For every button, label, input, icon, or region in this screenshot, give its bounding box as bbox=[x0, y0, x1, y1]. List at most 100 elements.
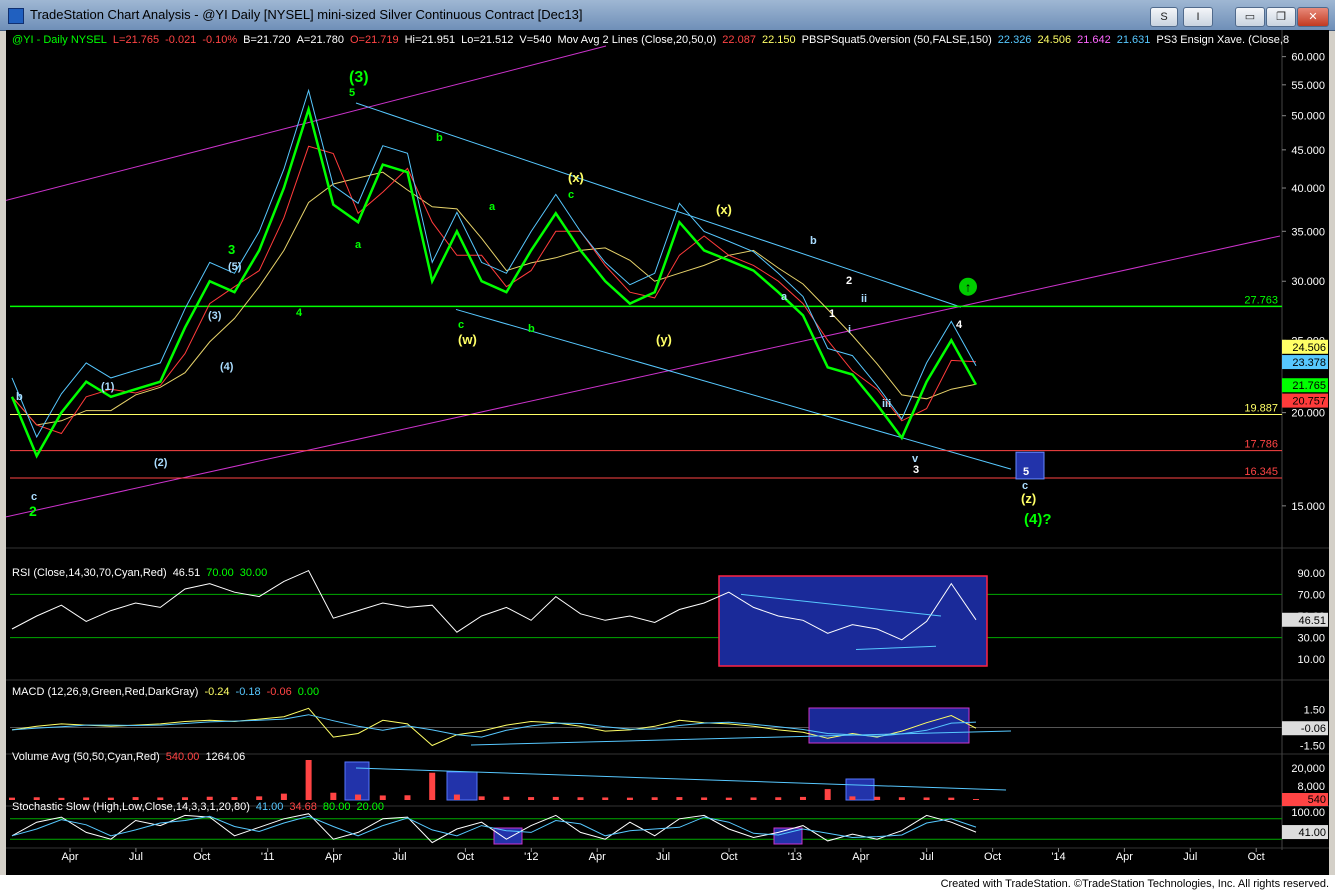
wave-label: (w) bbox=[458, 332, 477, 347]
date-tick-label: Jul bbox=[920, 851, 934, 863]
date-tick-label: Apr bbox=[589, 851, 606, 863]
wave-label: b bbox=[436, 132, 443, 144]
wave-label: (1) bbox=[101, 381, 115, 393]
wave-label: c bbox=[568, 189, 574, 201]
date-tick-label: '14 bbox=[1051, 851, 1065, 863]
volume-bar bbox=[651, 797, 658, 800]
price-header-item: L=21.765 bbox=[113, 34, 159, 46]
price-header-item: 22.326 bbox=[998, 34, 1032, 46]
target-box bbox=[1015, 451, 1045, 480]
volume-bar bbox=[9, 797, 15, 800]
volume-bar bbox=[231, 797, 238, 800]
volume-bar bbox=[206, 796, 213, 800]
date-tick-label: Jul bbox=[656, 851, 670, 863]
price-header-item: Lo=21.512 bbox=[461, 34, 513, 46]
macd-header-item: -0.06 bbox=[267, 686, 292, 698]
stoch-ytick-label: 100.00 bbox=[1291, 807, 1325, 819]
volume-header-item: 540.00 bbox=[166, 751, 200, 763]
price-header-item: -0.021 bbox=[165, 34, 196, 46]
volume-bar bbox=[602, 797, 609, 800]
volume-bar bbox=[280, 793, 287, 800]
wave-label: i bbox=[848, 324, 851, 336]
wave-label: (3) bbox=[208, 310, 222, 322]
price-ytick-label: 55.000 bbox=[1291, 80, 1325, 92]
wave-label: (5) bbox=[228, 261, 242, 273]
wave-label: 2 bbox=[846, 275, 852, 287]
volume-bar bbox=[379, 795, 386, 800]
macd-header-item: 0.00 bbox=[298, 686, 319, 698]
wave-label: b bbox=[528, 323, 535, 335]
wave-label: ii bbox=[861, 293, 867, 305]
chart-area[interactable]: @YI - Daily NYSEL L=21.765 -0.021 -0.10% B=2… bbox=[5, 30, 1329, 875]
i-link-button[interactable]: I bbox=[1183, 7, 1213, 27]
horizontal-level-label: 16.345 bbox=[1244, 466, 1278, 478]
rsi-ytick-label: 90.00 bbox=[1297, 568, 1325, 580]
rsi-header-item: RSI (Close,14,30,70,Cyan,Red) bbox=[12, 567, 167, 579]
price-header-item: -0.10% bbox=[202, 34, 237, 46]
date-tick-label: Apr bbox=[1116, 851, 1133, 863]
price-ytick-label: 15.000 bbox=[1291, 501, 1325, 513]
date-tick-label: '13 bbox=[788, 851, 802, 863]
price-header-item: 24.506 bbox=[1037, 34, 1071, 46]
date-tick-label: Oct bbox=[984, 851, 1001, 863]
macd-header-item: -0.18 bbox=[236, 686, 261, 698]
stoch-value-badge-label: 41.00 bbox=[1298, 827, 1326, 839]
volume-highlight-box bbox=[446, 771, 478, 801]
volume-bar bbox=[676, 797, 683, 800]
macd-header: MACD (12,26,9,Green,Red,DarkGray) -0.24 -0… bbox=[12, 686, 319, 698]
wave-label: b bbox=[810, 235, 817, 247]
price-header-item: PBSPSquat5.0version (50,FALSE,150) bbox=[802, 34, 992, 46]
rsi-ytick-label: 30.00 bbox=[1297, 633, 1325, 645]
rsi-highlight-box bbox=[718, 575, 988, 667]
date-tick-label: Jul bbox=[129, 851, 143, 863]
minimize-button[interactable]: ▭ bbox=[1235, 7, 1265, 27]
s-link-button[interactable]: S bbox=[1150, 7, 1178, 27]
rsi-header-item: 46.51 bbox=[173, 567, 201, 579]
date-tick-label: Jul bbox=[1183, 851, 1197, 863]
wave-label: (x) bbox=[716, 202, 732, 217]
date-tick-label: Oct bbox=[1248, 851, 1265, 863]
price-header-item: PS3 Ensign Xave. (Close,8 bbox=[1156, 34, 1289, 46]
magenta-lower-trendline bbox=[5, 235, 1281, 518]
rsi-ytick-label: 10.00 bbox=[1297, 654, 1325, 666]
volume-bar bbox=[404, 795, 411, 800]
price-header-item: B=21.720 bbox=[243, 34, 290, 46]
date-tick-label: Oct bbox=[720, 851, 737, 863]
stoch-header-item: 34.68 bbox=[289, 801, 317, 813]
cyan-lower-channel bbox=[455, 308, 1012, 470]
price-header: @YI - Daily NYSEL L=21.765 -0.021 -0.10% B=2… bbox=[12, 34, 1289, 46]
window-titlebar: TradeStation Chart Analysis - @YI Daily … bbox=[0, 0, 1335, 31]
price-value-badge-label: 23.378 bbox=[1292, 357, 1326, 369]
price-value-badge-label: 21.765 bbox=[1292, 380, 1326, 392]
volume-bar bbox=[552, 796, 559, 800]
price-value-badge-label: 24.506 bbox=[1292, 342, 1326, 354]
price-header-item: @YI - Daily NYSEL bbox=[12, 34, 107, 46]
volume-bar bbox=[503, 796, 510, 800]
wave-label: (y) bbox=[656, 332, 672, 347]
rsi-header-item: 30.00 bbox=[240, 567, 268, 579]
macd-header-item: MACD (12,26,9,Green,Red,DarkGray) bbox=[12, 686, 198, 698]
stoch-header: Stochastic Slow (High,Low,Close,14,3,3,1… bbox=[12, 801, 384, 813]
macd-value-badge-label: -0.06 bbox=[1301, 723, 1326, 735]
volume-bar bbox=[132, 797, 139, 800]
price-ytick-label: 30.000 bbox=[1291, 276, 1325, 288]
volume-bar bbox=[701, 797, 708, 800]
horizontal-level-label: 17.786 bbox=[1244, 439, 1278, 451]
volume-header-item: Volume Avg (50,50,Cyan,Red) bbox=[12, 751, 160, 763]
price-header-item: Hi=21.951 bbox=[405, 34, 455, 46]
date-tick-label: '12 bbox=[524, 851, 538, 863]
volume-bar bbox=[799, 796, 806, 800]
close-button[interactable]: ✕ bbox=[1297, 7, 1329, 27]
chart-svg[interactable]: @YI - Daily NYSEL L=21.765 -0.021 -0.10% B=2… bbox=[5, 30, 1329, 875]
volume-bar bbox=[429, 772, 436, 800]
stoch-header-item: 20.00 bbox=[356, 801, 384, 813]
volume-ytick-label: 20,000 bbox=[1291, 763, 1325, 775]
price-header-item: V=540 bbox=[519, 34, 551, 46]
volume-header: Volume Avg (50,50,Cyan,Red) 540.00 1264.06 bbox=[12, 751, 245, 763]
wave-label: (x) bbox=[568, 170, 584, 185]
ma20-line bbox=[11, 145, 977, 435]
price-ytick-label: 20.000 bbox=[1291, 408, 1325, 420]
restore-button[interactable]: ❐ bbox=[1266, 7, 1296, 27]
wave-label: 5 bbox=[1023, 466, 1029, 478]
volume-bar bbox=[305, 760, 312, 800]
